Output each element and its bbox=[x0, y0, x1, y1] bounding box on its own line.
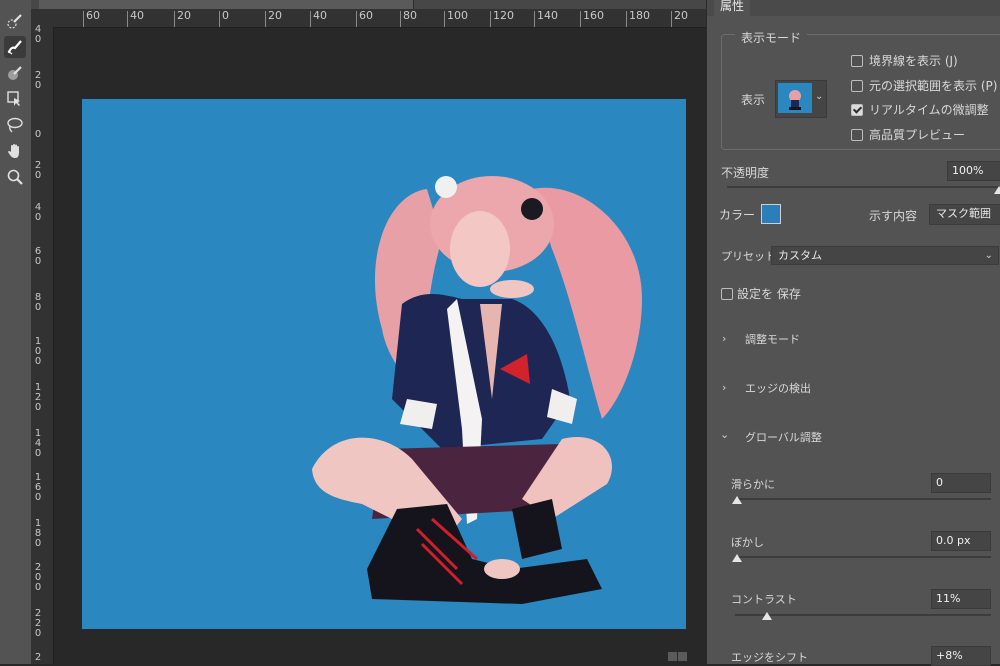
ruler-label: 220 bbox=[34, 608, 42, 639]
ruler-label: 40 bbox=[34, 202, 42, 223]
realtime-refinement-checkbox[interactable] bbox=[851, 104, 863, 116]
ruler-label: 20 bbox=[174, 9, 191, 27]
section-adjust-mode[interactable]: 調整モード bbox=[745, 331, 800, 347]
lasso-icon[interactable] bbox=[4, 114, 26, 136]
chevron-right-icon[interactable]: › bbox=[722, 332, 726, 345]
view-mode-thumbnail bbox=[778, 83, 812, 113]
color-swatch-fill bbox=[762, 205, 780, 223]
ruler-label: 80 bbox=[400, 9, 417, 27]
properties-panel: 属性 表示モード 表示 ⌄ 境界線を表示 (J) 元の選択範囲を表示 (P) リ… bbox=[706, 0, 1000, 666]
workspace-nav-icons bbox=[668, 650, 688, 664]
high-quality-preview-checkbox[interactable] bbox=[851, 129, 863, 141]
show-original-checkbox[interactable] bbox=[851, 80, 863, 92]
ruler-label: 120 bbox=[34, 382, 42, 413]
vertical-ruler: 40 20 0 20 40 60 80 100 120 140 160 180 … bbox=[31, 24, 54, 664]
ruler-label: 140 bbox=[534, 9, 558, 27]
ruler-label: 20 bbox=[34, 70, 42, 91]
hand-icon[interactable] bbox=[4, 140, 26, 162]
preset-label: プリセット bbox=[721, 250, 776, 263]
show-original-label: 元の選択範囲を表示 (P) bbox=[869, 79, 998, 93]
ruler-label: 0 bbox=[34, 129, 42, 140]
view-mode-dropdown[interactable]: ⌄ bbox=[775, 80, 827, 118]
document-canvas[interactable] bbox=[82, 99, 686, 629]
document-tab-bar bbox=[31, 0, 706, 9]
contrast-label: コントラスト bbox=[731, 593, 797, 606]
subject-figure-illustration bbox=[312, 176, 642, 604]
section-edge-detection[interactable]: エッジの検出 bbox=[745, 380, 811, 396]
refine-edge-brush-icon[interactable] bbox=[4, 36, 26, 58]
ruler-label: 20 bbox=[34, 160, 42, 181]
save-settings-label: 設定を 保存 bbox=[737, 287, 801, 301]
ruler-label: 80 bbox=[34, 292, 42, 313]
view-label: 表示 bbox=[741, 93, 766, 107]
show-dropdown-value: マスク範囲 bbox=[936, 207, 991, 220]
smooth-slider-thumb[interactable] bbox=[732, 496, 742, 504]
ruler-label: 100 bbox=[34, 336, 42, 367]
opacity-field[interactable]: 100% bbox=[947, 161, 1000, 181]
contrast-slider-thumb[interactable] bbox=[762, 612, 772, 620]
show-label: 示す内容 bbox=[869, 209, 918, 223]
show-edge-checkbox[interactable] bbox=[851, 55, 863, 67]
feather-slider-thumb[interactable] bbox=[732, 554, 742, 562]
ruler-label: 40 bbox=[310, 9, 327, 27]
color-label: カラー bbox=[719, 208, 756, 222]
chevron-down-icon[interactable]: ⌄ bbox=[720, 428, 729, 441]
document-tab[interactable] bbox=[39, 0, 414, 9]
ruler-label: 60 bbox=[356, 9, 373, 27]
smooth-slider-track[interactable] bbox=[735, 498, 991, 500]
ruler-label: 100 bbox=[444, 9, 468, 27]
zoom-icon[interactable] bbox=[4, 166, 26, 188]
ruler-label: 160 bbox=[34, 472, 42, 503]
quick-selection-brush-icon[interactable] bbox=[4, 10, 26, 32]
contrast-slider-track[interactable] bbox=[735, 614, 991, 616]
opacity-slider-thumb[interactable] bbox=[994, 186, 1000, 194]
show-edge-label: 境界線を表示 (J) bbox=[869, 54, 958, 68]
ruler-label: 2 bbox=[34, 652, 42, 663]
view-mode-title: 表示モード bbox=[735, 29, 808, 46]
ruler-label: 60 bbox=[83, 9, 100, 27]
ruler-label: 140 bbox=[34, 428, 42, 459]
feather-slider-track[interactable] bbox=[735, 556, 991, 558]
realtime-refinement-label: リアルタイムの微調整 bbox=[869, 103, 989, 117]
ruler-label: 60 bbox=[34, 246, 42, 267]
preset-value: カスタム bbox=[778, 249, 822, 262]
chevron-down-icon: ⌄ bbox=[815, 91, 824, 102]
smooth-field[interactable]: 0 bbox=[931, 473, 991, 493]
contrast-field[interactable]: 11% bbox=[931, 589, 991, 609]
ruler-label: 160 bbox=[580, 9, 604, 27]
show-dropdown[interactable]: マスク範囲 bbox=[929, 204, 1000, 225]
color-swatch[interactable] bbox=[761, 204, 781, 224]
high-quality-preview-label: 高品質プレビュー bbox=[869, 128, 966, 142]
object-selection-icon[interactable] bbox=[4, 88, 26, 110]
opacity-label: 不透明度 bbox=[721, 166, 770, 180]
save-settings-checkbox[interactable] bbox=[721, 288, 733, 300]
ruler-label: 0 bbox=[219, 9, 229, 27]
ruler-label: 120 bbox=[490, 9, 514, 27]
tab-properties[interactable]: 属性 bbox=[714, 0, 751, 16]
tools-panel bbox=[0, 0, 32, 664]
shift-edge-label: エッジをシフト bbox=[731, 651, 808, 664]
chevron-down-icon: ⌄ bbox=[984, 250, 993, 261]
brush-icon[interactable] bbox=[4, 62, 26, 84]
ruler-label: 20 bbox=[671, 9, 688, 27]
ruler-label: 40 bbox=[127, 9, 144, 27]
ruler-label: 40 bbox=[34, 24, 42, 45]
feather-label: ぼかし bbox=[731, 536, 764, 549]
ruler-label: 200 bbox=[34, 562, 42, 593]
preset-dropdown[interactable]: カスタム ⌄ bbox=[771, 246, 999, 265]
horizontal-ruler: 60 40 20 0 20 40 60 80 100 120 140 160 1… bbox=[31, 9, 706, 28]
panel-header: 属性 bbox=[707, 0, 1000, 16]
shift-edge-field[interactable]: +8% bbox=[931, 646, 991, 666]
smooth-label: 滑らかに bbox=[731, 478, 775, 491]
opacity-slider-track[interactable] bbox=[727, 186, 999, 188]
chevron-right-icon[interactable]: › bbox=[722, 381, 726, 394]
ruler-label: 180 bbox=[34, 518, 42, 549]
ruler-label: 20 bbox=[265, 9, 282, 27]
ruler-label: 180 bbox=[626, 9, 650, 27]
section-global-refinements[interactable]: グローバル調整 bbox=[745, 429, 822, 445]
feather-field[interactable]: 0.0 px bbox=[931, 531, 991, 551]
